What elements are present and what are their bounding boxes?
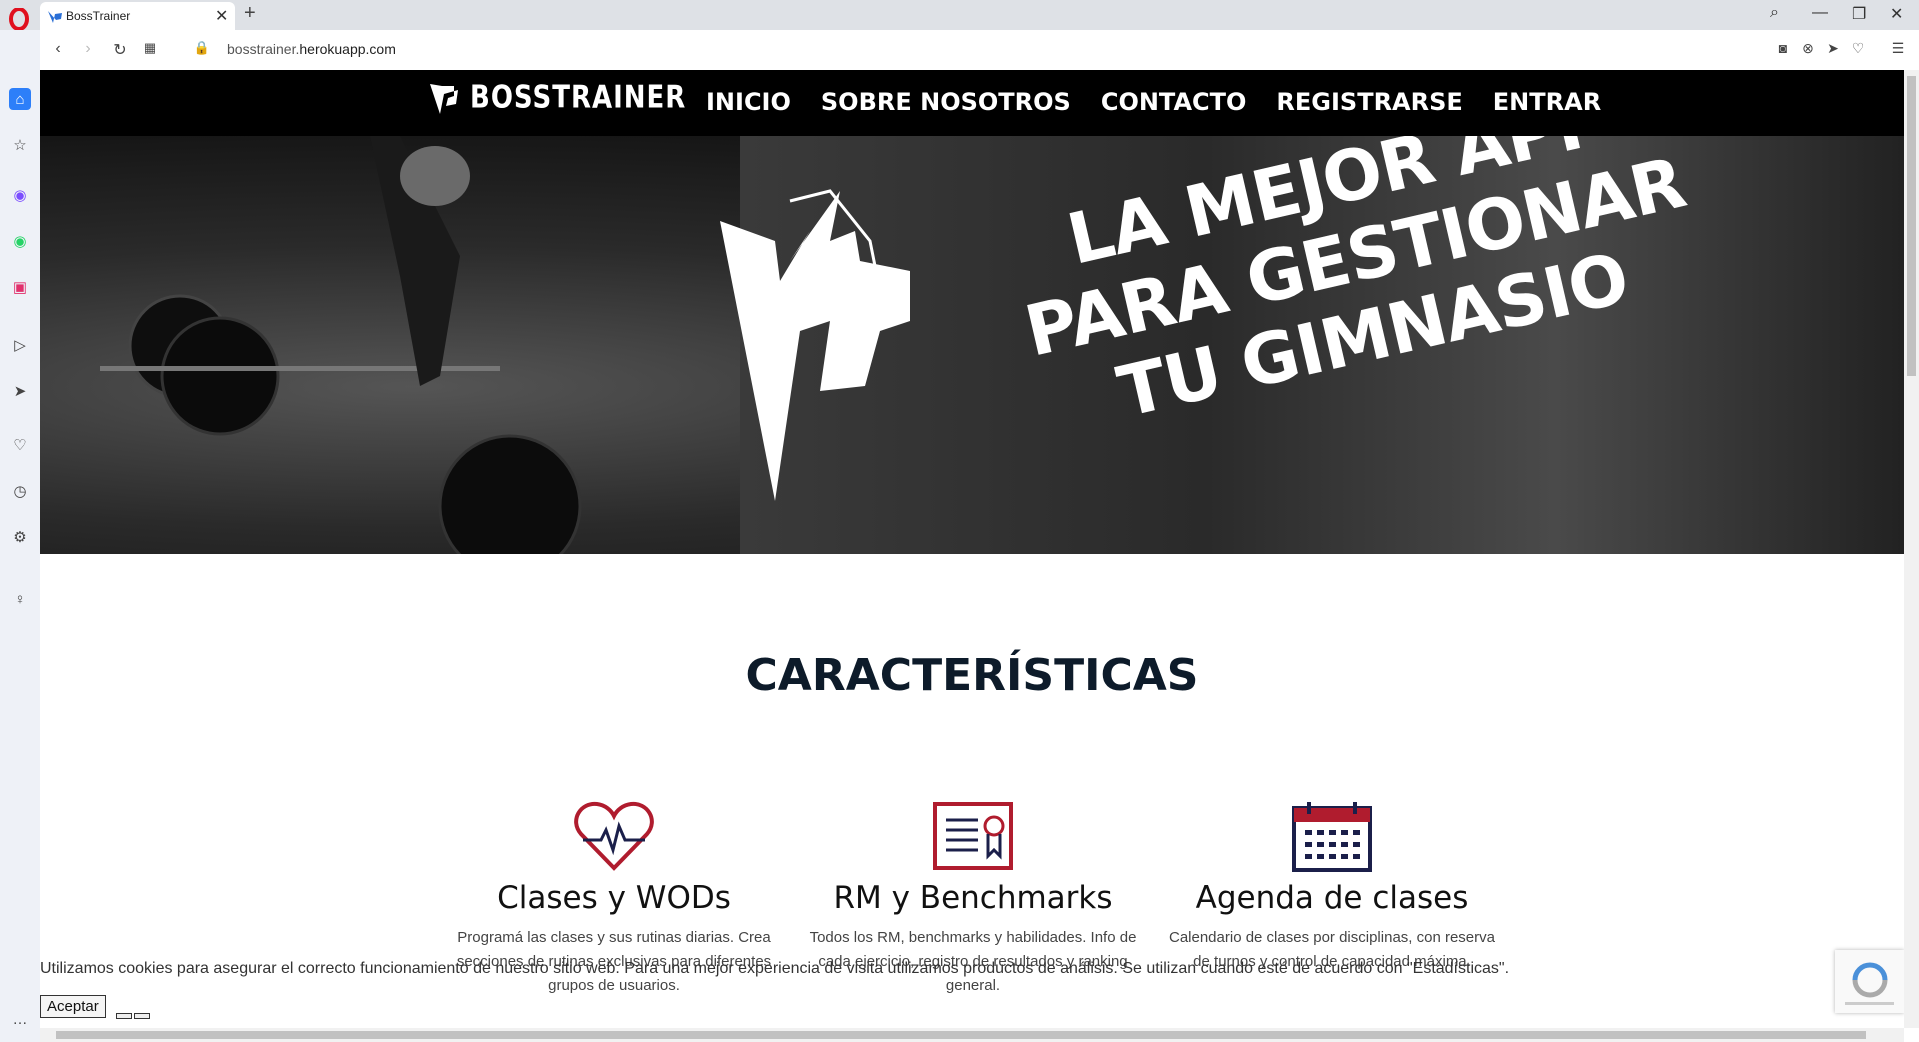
menu-inicio[interactable]: INICIO: [706, 88, 791, 116]
heart-icon[interactable]: ♡: [1848, 40, 1868, 60]
search-tabs-icon[interactable]: ⌕: [1770, 4, 1779, 22]
home-icon[interactable]: ⌂: [9, 88, 31, 110]
feature-title: Agenda de clases: [1195, 880, 1469, 916]
forward-icon[interactable]: ›: [78, 40, 98, 60]
restore-icon[interactable]: ❐: [1852, 4, 1866, 24]
flow-icon[interactable]: ➤: [9, 380, 31, 402]
send-icon[interactable]: ➤: [1823, 40, 1843, 60]
lock-icon: 🔒: [193, 40, 211, 55]
feature-agenda-clases: Agenda de clases Calendario de clases po…: [1162, 800, 1502, 974]
my-flow-heart-icon[interactable]: ♡: [9, 434, 31, 456]
hero-banner: LA MEJOR APP PARA GESTIONAR TU GIMNASIO: [40, 136, 1904, 554]
cookie-option-button[interactable]: [134, 1013, 150, 1019]
main-menu: INICIO SOBRE NOSOTROS CONTACTO REGISTRAR…: [706, 88, 1601, 116]
heart-pulse-icon: [573, 800, 655, 872]
speed-dial-icon[interactable]: ▦: [140, 40, 160, 60]
vertical-scrollbar[interactable]: [1904, 70, 1919, 1028]
site-header: BOSSTRAINER INICIO SOBRE NOSOTROS CONTAC…: [40, 70, 1904, 136]
page-viewport: BOSSTRAINER INICIO SOBRE NOSOTROS CONTAC…: [40, 70, 1904, 1028]
menu-entrar[interactable]: ENTRAR: [1493, 88, 1601, 116]
new-tab-icon[interactable]: +: [244, 2, 256, 25]
opera-logo-icon[interactable]: [8, 7, 30, 31]
brand-mark-icon: [430, 84, 458, 114]
menu-registrarse[interactable]: REGISTRARSE: [1276, 88, 1462, 116]
features-title: CARACTERÍSTICAS: [745, 650, 1199, 701]
gym-photo-illustration: [100, 136, 582, 554]
feature-title: RM y Benchmarks: [833, 880, 1113, 916]
feature-title: Clases y WODs: [497, 880, 731, 916]
cookie-option-button[interactable]: [116, 1013, 132, 1019]
tab-title: BossTrainer: [66, 9, 131, 23]
bookmarks-icon[interactable]: ☆: [9, 134, 31, 156]
tips-lightbulb-icon[interactable]: ♀: [9, 588, 31, 610]
address-bar: ‹ › ↻ ▦ 🔒 bosstrainer.herokuapp.com ◙ ⊗ …: [40, 30, 1919, 71]
player-icon[interactable]: ▷: [9, 334, 31, 356]
certificate-icon: [932, 800, 1014, 872]
back-icon[interactable]: ‹: [48, 40, 68, 60]
url-field[interactable]: bosstrainer.herokuapp.com: [227, 41, 396, 57]
cookie-notice-text: Utilizamos cookies para asegurar el corr…: [40, 960, 1510, 977]
recaptcha-badge[interactable]: [1835, 950, 1904, 1013]
recaptcha-icon: [1845, 962, 1894, 1005]
settings-gear-icon[interactable]: ⚙: [9, 526, 31, 548]
brand-logo[interactable]: BOSSTRAINER: [428, 80, 686, 116]
close-window-icon[interactable]: ✕: [1890, 4, 1903, 24]
more-icon[interactable]: …: [9, 1008, 31, 1030]
brand-name: BOSSTRAINER: [470, 80, 687, 116]
easy-setup-icon[interactable]: ☰: [1888, 40, 1908, 60]
minimize-icon[interactable]: —: [1812, 4, 1828, 22]
snapshot-icon[interactable]: ◙: [1773, 40, 1793, 60]
bosstrainer-favicon-icon: [48, 10, 62, 23]
close-tab-icon[interactable]: ✕: [215, 6, 228, 26]
history-icon[interactable]: ◷: [9, 480, 31, 502]
reload-icon[interactable]: ↻: [110, 40, 130, 60]
adblock-icon[interactable]: ⊗: [1798, 40, 1818, 60]
menu-contacto[interactable]: CONTACTO: [1101, 88, 1247, 116]
browser-tab-bar: BossTrainer ✕ + ⌕ — ❐ ✕: [0, 0, 1919, 31]
hero-logo-mark-icon: [720, 189, 910, 501]
messenger-icon[interactable]: ◉: [9, 184, 31, 206]
instagram-icon[interactable]: ▣: [9, 276, 31, 298]
horizontal-scrollbar[interactable]: [40, 1028, 1904, 1042]
whatsapp-icon[interactable]: ◉: [9, 230, 31, 252]
menu-sobre-nosotros[interactable]: SOBRE NOSOTROS: [821, 88, 1071, 116]
browser-sidebar: ⌂ ☆ ◉ ◉ ▣ ▷ ➤ ♡ ◷ ⚙ ♀ …: [0, 30, 40, 1042]
calendar-icon: [1291, 800, 1373, 872]
browser-tab[interactable]: BossTrainer ✕: [40, 2, 235, 30]
accept-cookies-button[interactable]: Aceptar: [40, 995, 106, 1018]
